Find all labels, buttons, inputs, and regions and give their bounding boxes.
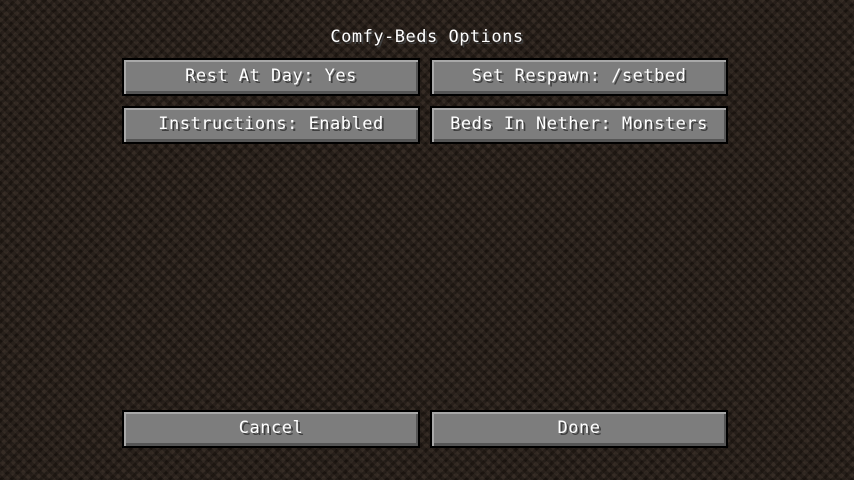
done-button[interactable]: Done	[430, 410, 728, 448]
beds-in-nether-button[interactable]: Beds In Nether: Monsters	[430, 106, 728, 144]
set-respawn-button[interactable]: Set Respawn: /setbed	[430, 58, 728, 96]
rest-at-day-button[interactable]: Rest At Day: Yes	[122, 58, 420, 96]
instructions-button[interactable]: Instructions: Enabled	[122, 106, 420, 144]
screen-title: Comfy-Beds Options	[330, 27, 524, 47]
cancel-button[interactable]: Cancel	[122, 410, 420, 448]
